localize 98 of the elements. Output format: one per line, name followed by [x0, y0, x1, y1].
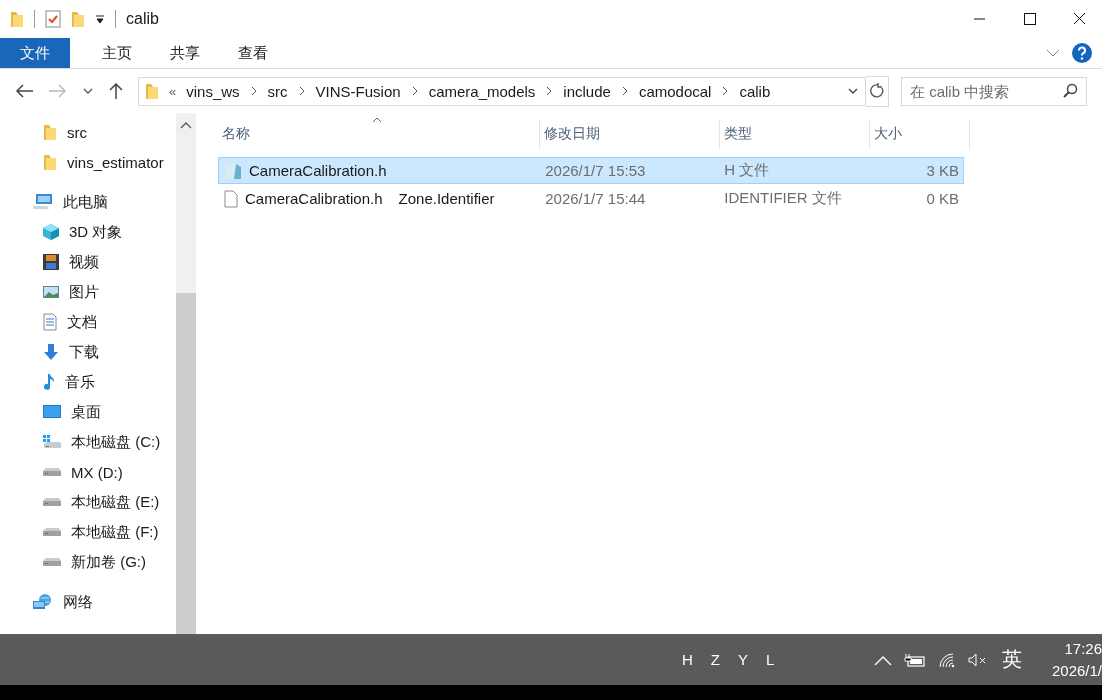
clock-time[interactable]: 17:26 — [1064, 639, 1102, 658]
dropdown-icon[interactable] — [847, 86, 859, 96]
sidebar-item[interactable]: 视频 — [0, 247, 176, 277]
drive-icon — [42, 497, 62, 507]
scrollbar[interactable] — [176, 113, 196, 634]
folder-icon — [42, 123, 58, 141]
file-row[interactable]: CameraCalibration.h 2026/1/7 15:53 H 文件 3 KB — [218, 157, 964, 184]
wifi-icon[interactable] — [938, 651, 956, 668]
sidebar-item[interactable]: vins_estimator — [0, 147, 176, 177]
down-arrow-icon — [42, 343, 60, 361]
column-header[interactable]: 类型 — [720, 119, 870, 149]
sidebar-item[interactable]: 此电脑 — [0, 187, 176, 217]
input-language[interactable]: 英 — [1002, 646, 1022, 673]
refresh-button[interactable] — [866, 75, 889, 107]
column-header[interactable]: 修改日期 — [540, 119, 720, 149]
computer-icon — [32, 193, 54, 211]
sidebar-item[interactable]: src — [0, 117, 176, 147]
drive-icon — [42, 557, 62, 567]
drive-icon — [42, 434, 62, 450]
recent-locations-icon[interactable] — [82, 86, 94, 96]
clock-date[interactable]: 2026/1/ — [1051, 661, 1102, 680]
drive-icon — [42, 467, 62, 477]
column-header[interactable]: 大小 — [870, 119, 970, 149]
document-icon — [42, 313, 58, 331]
input-letter[interactable]: L — [766, 651, 775, 668]
back-icon[interactable] — [14, 83, 34, 99]
sidebar-item[interactable]: 本地磁盘 (F:) — [0, 517, 176, 547]
sidebar-item[interactable]: 下载 — [0, 337, 176, 367]
breadcrumb[interactable]: camodocal — [638, 82, 712, 100]
battery-icon[interactable] — [904, 652, 926, 667]
type-cell-text: H 文件 — [723, 160, 771, 180]
file-row[interactable]: CameraCalibration.h Zone.Identifier 2026/1/7 15:44 IDENTIFIER 文件 0 KB — [218, 185, 964, 212]
overflow-chevron[interactable]: « — [169, 83, 177, 99]
sidebar-item[interactable]: MX (D:) — [0, 457, 176, 487]
file-name: CameraCalibration.h — [249, 162, 387, 179]
file-stream-name: Zone.Identifier — [398, 190, 495, 207]
search-field[interactable]: 在 calib 中搜索 — [910, 82, 1062, 100]
drive-icon — [42, 527, 62, 537]
column-header[interactable]: 名称 — [218, 119, 540, 149]
breadcrumb[interactable]: src — [267, 82, 288, 100]
breadcrumb[interactable]: VINS-Fusion — [315, 82, 401, 100]
sidebar-item[interactable]: 图片 — [0, 277, 176, 307]
expand-ribbon-icon[interactable] — [1046, 48, 1060, 58]
search-box[interactable]: 在 calib 中搜索 — [901, 76, 1087, 106]
properties-icon[interactable] — [45, 10, 61, 28]
network-icon — [32, 593, 54, 611]
size-cell-text: 3 KB — [925, 161, 960, 181]
breadcrumb[interactable]: include — [563, 82, 611, 100]
chevron-icon[interactable] — [620, 86, 629, 96]
address-bar[interactable]: « vins_ws src VINS-Fusion camera_models include camodocal calib — [138, 76, 866, 106]
up-icon[interactable] — [108, 82, 124, 100]
folder-icon — [10, 10, 24, 28]
size-cell-text: 0 KB — [925, 189, 960, 209]
muted-speaker-icon[interactable] — [968, 652, 988, 667]
desktop-icon — [42, 404, 62, 420]
input-letter[interactable]: Y — [738, 651, 749, 668]
breadcrumb[interactable]: vins_ws — [186, 82, 240, 100]
sidebar-item[interactable]: 新加卷 (G:) — [0, 547, 176, 577]
file-icon — [223, 161, 243, 180]
date-cell-text: 2026/1/7 15:44 — [544, 189, 647, 209]
folder-icon — [42, 153, 58, 171]
scroll-up-icon[interactable] — [180, 121, 192, 129]
help-icon[interactable] — [1072, 43, 1092, 63]
window-title: calib — [126, 10, 159, 28]
chevron-icon[interactable] — [721, 86, 730, 96]
music-note-icon — [42, 373, 56, 391]
chevron-icon[interactable] — [249, 86, 258, 96]
search-icon[interactable] — [1062, 83, 1078, 99]
sidebar-item[interactable]: 本地磁盘 (E:) — [0, 487, 176, 517]
date-cell-text: 2026/1/7 15:53 — [544, 161, 647, 181]
file-icon — [223, 189, 239, 208]
sort-icon — [372, 117, 382, 123]
sidebar-item[interactable]: 本地磁盘 (C:) — [0, 427, 176, 457]
breadcrumb[interactable]: camera_models — [428, 82, 536, 100]
cube-icon — [42, 223, 60, 241]
input-letter[interactable]: Z — [710, 651, 720, 668]
chevron-icon[interactable] — [545, 86, 554, 96]
ribbon-tab[interactable]: 共享 — [152, 38, 218, 68]
refresh-icon — [869, 82, 885, 100]
dropdown-icon[interactable] — [95, 14, 105, 24]
ribbon-tab[interactable]: 查看 — [220, 38, 286, 68]
picture-icon — [42, 284, 60, 300]
type-cell-text: IDENTIFIER 文件 — [723, 188, 843, 208]
sidebar-item[interactable]: 桌面 — [0, 397, 176, 427]
film-icon — [42, 253, 60, 271]
sidebar-item[interactable]: 文档 — [0, 307, 176, 337]
sidebar-item[interactable]: 3D 对象 — [0, 217, 176, 247]
sidebar-item[interactable]: 网络 — [0, 587, 176, 617]
chevron-icon[interactable] — [297, 86, 306, 96]
file-name: CameraCalibration.h — [245, 190, 383, 207]
folder-icon — [145, 82, 159, 100]
ribbon-tab[interactable]: 主页 — [84, 38, 150, 68]
file-menu-button[interactable]: 文件 — [0, 38, 70, 68]
breadcrumb[interactable]: calib — [739, 82, 771, 100]
input-letter[interactable]: H — [682, 651, 693, 668]
scrollbar-thumb[interactable] — [176, 293, 196, 634]
chevron-icon[interactable] — [410, 86, 419, 96]
sidebar-item[interactable]: 音乐 — [0, 367, 176, 397]
